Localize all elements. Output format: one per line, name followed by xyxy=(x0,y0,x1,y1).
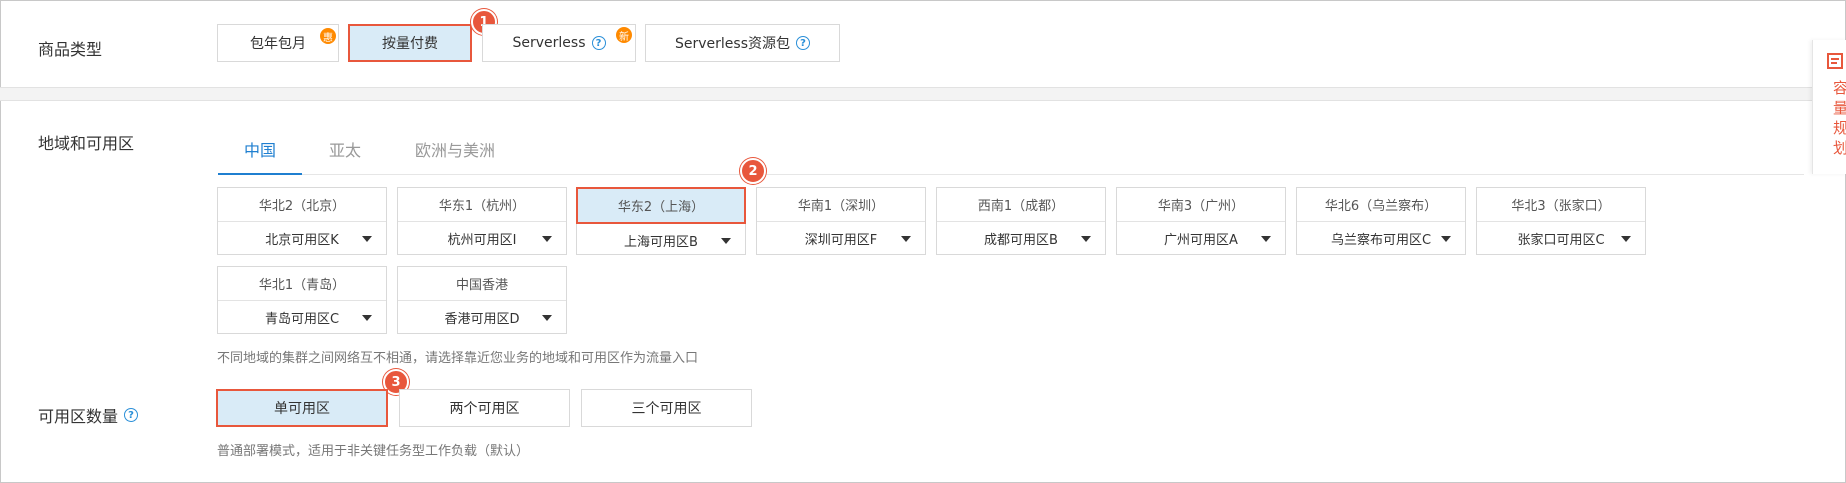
caret-down-icon xyxy=(542,315,552,321)
region-card-chengdu[interactable]: 西南1（成都） 成都可用区B xyxy=(936,187,1106,255)
capacity-planning-text: 容量规划 xyxy=(1833,79,1846,157)
zone-select[interactable]: 成都可用区B xyxy=(937,222,1105,255)
caret-down-icon xyxy=(721,238,731,244)
zone-value: 杭州可用区I xyxy=(447,233,517,248)
region-card-shanghai[interactable]: 华东2（上海） 上海可用区B xyxy=(576,187,746,255)
option-serverless[interactable]: Serverless ? xyxy=(482,24,636,62)
zone-value: 成都可用区B xyxy=(984,233,1058,248)
section-divider xyxy=(0,87,1844,101)
tab-europe-americas[interactable]: 欧洲与美洲 xyxy=(415,137,495,161)
zone-count-label-wrap: 可用区数量 ? xyxy=(38,403,139,427)
region-card-qingdao[interactable]: 华北1（青岛） 青岛可用区C xyxy=(217,266,387,334)
option-two-zones[interactable]: 两个可用区 xyxy=(399,389,570,427)
tab-divider xyxy=(218,174,1804,175)
option-three-zones[interactable]: 三个可用区 xyxy=(581,389,752,427)
region-title: 华东1（杭州） xyxy=(398,188,566,222)
zone-select[interactable]: 青岛可用区C xyxy=(218,301,386,334)
tab-china[interactable]: 中国 xyxy=(244,137,276,161)
zone-select[interactable]: 广州可用区A xyxy=(1117,222,1285,255)
region-title: 华北6（乌兰察布） xyxy=(1297,188,1465,222)
zone-select[interactable]: 上海可用区B xyxy=(577,224,745,257)
caret-down-icon xyxy=(1621,236,1631,242)
zone-value: 乌兰察布可用区C xyxy=(1330,233,1432,248)
zone-count-hint: 普通部署模式，适用于非关键任务型工作负载（默认） xyxy=(217,444,530,459)
region-card-ulanqab[interactable]: 华北6（乌兰察布） 乌兰察布可用区C xyxy=(1296,187,1466,255)
region-title: 中国香港 xyxy=(398,267,566,301)
option-serverless-package-label: Serverless资源包 xyxy=(674,36,790,52)
region-hint: 不同地域的集群之间网络互不相通，请选择靠近您业务的地域和可用区作为流量入口 xyxy=(217,351,699,366)
caret-down-icon xyxy=(542,236,552,242)
region-title: 华北3（张家口） xyxy=(1477,188,1645,222)
caret-down-icon xyxy=(1441,236,1451,242)
region-card-hangzhou[interactable]: 华东1（杭州） 杭州可用区I xyxy=(397,187,567,255)
region-title: 华北2（北京） xyxy=(218,188,386,222)
region-title: 华南3（广州） xyxy=(1117,188,1285,222)
capacity-planning-icon xyxy=(1827,53,1843,69)
discount-badge: 惠 xyxy=(320,28,336,44)
zone-value: 广州可用区A xyxy=(1164,233,1238,248)
caret-down-icon xyxy=(362,315,372,321)
region-zone-label: 地域和可用区 xyxy=(38,134,135,153)
option-two-zones-label: 两个可用区 xyxy=(449,401,520,417)
zone-count-label: 可用区数量 xyxy=(38,407,119,426)
region-title: 华东2（上海） xyxy=(576,187,746,224)
option-serverless-package[interactable]: Serverless资源包 ? xyxy=(645,24,840,62)
region-title: 华南1（深圳） xyxy=(757,188,925,222)
zone-select[interactable]: 香港可用区D xyxy=(398,301,566,334)
option-pay-as-you-go[interactable]: 按量付费 xyxy=(348,24,472,62)
tab-asia-pacific[interactable]: 亚太 xyxy=(329,137,361,161)
option-single-zone-label: 单可用区 xyxy=(274,401,330,417)
caret-down-icon xyxy=(362,236,372,242)
new-badge: 新 xyxy=(616,27,632,43)
zone-value: 香港可用区D xyxy=(444,312,520,327)
caret-down-icon xyxy=(1261,236,1271,242)
zone-value: 张家口可用区C xyxy=(1517,233,1605,248)
zone-value: 上海可用区B xyxy=(624,235,698,250)
option-three-zones-label: 三个可用区 xyxy=(631,401,702,417)
serverless-help-icon[interactable]: ? xyxy=(591,36,606,50)
zone-select[interactable]: 深圳可用区F xyxy=(757,222,925,255)
caret-down-icon xyxy=(901,236,911,242)
zone-select[interactable]: 乌兰察布可用区C xyxy=(1297,222,1465,255)
region-card-hongkong[interactable]: 中国香港 香港可用区D xyxy=(397,266,567,334)
zone-select[interactable]: 杭州可用区I xyxy=(398,222,566,255)
option-pay-as-you-go-label: 按量付费 xyxy=(382,36,438,52)
option-single-zone[interactable]: 单可用区 xyxy=(216,389,388,427)
serverless-package-help-icon[interactable]: ? xyxy=(796,36,810,50)
region-card-beijing[interactable]: 华北2（北京） 北京可用区K xyxy=(217,187,387,255)
option-subscription-label: 包年包月 xyxy=(250,36,306,52)
tab-active-indicator xyxy=(218,173,302,175)
region-card-zhangjiakou[interactable]: 华北3（张家口） 张家口可用区C xyxy=(1476,187,1646,255)
step-marker-2: 2 xyxy=(740,158,766,184)
caret-down-icon xyxy=(1081,236,1091,242)
option-serverless-label: Serverless xyxy=(512,35,586,51)
region-card-shenzhen[interactable]: 华南1（深圳） 深圳可用区F xyxy=(756,187,926,255)
option-subscription[interactable]: 包年包月 xyxy=(217,24,339,62)
region-card-guangzhou[interactable]: 华南3（广州） 广州可用区A xyxy=(1116,187,1286,255)
zone-select[interactable]: 北京可用区K xyxy=(218,222,386,255)
zone-value: 青岛可用区C xyxy=(264,312,340,327)
zone-count-help-icon[interactable]: ? xyxy=(124,408,139,422)
zone-value: 北京可用区K xyxy=(265,233,339,248)
region-title: 西南1（成都） xyxy=(937,188,1105,222)
region-title: 华北1（青岛） xyxy=(218,267,386,301)
product-type-label: 商品类型 xyxy=(38,40,103,59)
capacity-planning-panel[interactable]: 容量规划 xyxy=(1812,40,1846,174)
zone-value: 深圳可用区F xyxy=(804,233,878,248)
zone-select[interactable]: 张家口可用区C xyxy=(1477,222,1645,255)
